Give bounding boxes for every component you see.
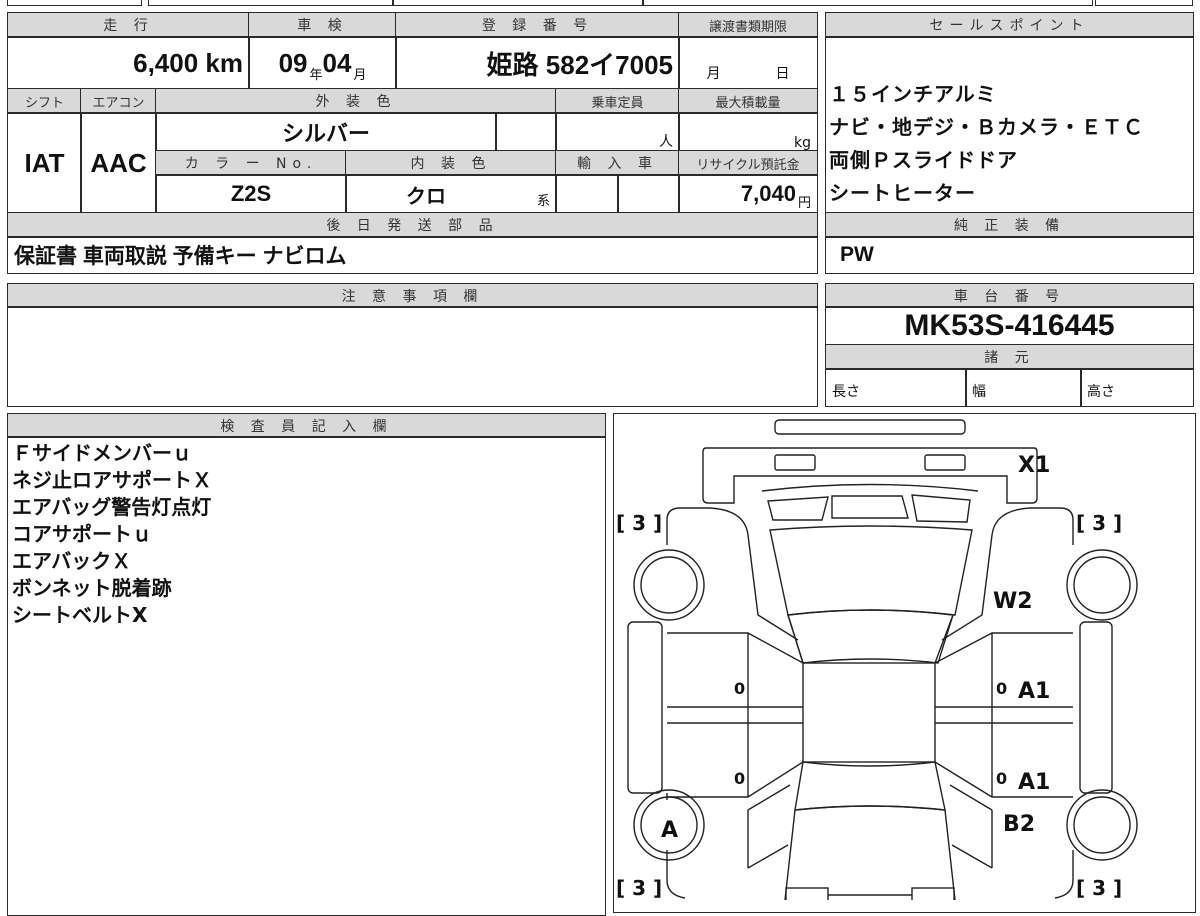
recycle-label: リサイクル預託金 — [678, 150, 818, 176]
registration-label: 登 録 番 号 — [395, 12, 680, 38]
spec-label: 諸 元 — [825, 344, 1194, 370]
mark-fender-rr: B2 — [1003, 812, 1035, 837]
mark-door-rr: A1 — [1018, 770, 1050, 795]
zero-mark: 0 — [996, 679, 1007, 698]
inspector-note: ネジ止ロアサポートＸ — [12, 468, 212, 492]
fender-lf — [666, 507, 804, 664]
inspector-label: 検 査 員 記 入 欄 — [7, 413, 606, 438]
top-strip-cell — [643, 0, 1093, 6]
mark-front: X1 — [1018, 453, 1050, 478]
side-sill-left — [627, 621, 663, 794]
shift-value: IAT — [7, 112, 82, 214]
headlights — [767, 494, 971, 523]
tail-right — [911, 887, 955, 900]
rear-glass — [794, 761, 946, 811]
wheel-lf — [633, 549, 705, 621]
top-strip-cell — [393, 0, 643, 6]
inspector-note: コアサポートｕ — [12, 522, 152, 546]
interior-label: 内 装 色 — [345, 150, 557, 176]
front-light-left — [774, 454, 816, 471]
sales-point-item: 両側Ｐスライドドア — [829, 148, 1018, 172]
height-cell: 高さ — [1080, 368, 1194, 407]
top-strip-cell — [148, 0, 393, 6]
inspector-note: ボンネット脱着跡 — [12, 576, 172, 600]
chassis-value: MK53S-416445 — [825, 306, 1194, 346]
inspector-note: エアバックＸ — [12, 549, 132, 573]
sales-point-item: ナビ・地デジ・Ｂカメラ・ＥＴＣ — [829, 115, 1144, 139]
inspection-label: 車 検 — [248, 12, 397, 38]
genuine-equipment-label: 純 正 装 備 — [825, 212, 1194, 238]
zero-mark: 0 — [734, 679, 745, 698]
fender-rf — [934, 507, 1074, 664]
later-parts-label: 後 日 発 送 部 品 — [7, 212, 818, 238]
rear-hatch — [784, 805, 956, 900]
front-panel — [702, 447, 1038, 504]
wheel-rf — [1066, 549, 1138, 621]
sales-point-item: シートヒーター — [829, 181, 976, 205]
later-parts-value: 保証書 車両取説 予備キー ナビロム — [7, 236, 818, 274]
exterior-extra — [495, 112, 557, 152]
top-strip-cell — [1095, 0, 1193, 6]
inspector-note: Ｆサイドメンバーｕ — [12, 441, 192, 465]
import-value-2 — [617, 174, 680, 214]
front-light-right — [924, 454, 966, 471]
inspection-value: 09 年 04 月 — [248, 36, 397, 90]
import-label: 輸 入 車 — [555, 150, 680, 176]
inspector-note: シートベルトX — [12, 603, 148, 627]
capacity-value: 人 — [555, 112, 680, 152]
transfer-value: 月日 — [678, 36, 818, 90]
length-cell: 長さ — [825, 368, 967, 407]
interior-value: クロ系 — [345, 174, 557, 214]
inspector-notes: Ｆサイドメンバーｕ ネジ止ロアサポートＸ エアバッグ警告灯点灯 コアサポートｕ … — [12, 440, 212, 629]
mark-windshield: W2 — [993, 589, 1033, 614]
tire-tread-rr: [ 3 ] — [1076, 876, 1122, 900]
tire-tread-rf: [ 3 ] — [1076, 511, 1122, 535]
tire-tread-lf: [ 3 ] — [616, 511, 662, 535]
car-diagram: X1 W2 A1 A1 B2 A 0 0 0 0 [ 3 ] [ 3 ] [ 3… — [613, 413, 1196, 913]
top-strip-cell — [7, 0, 142, 6]
roof — [802, 662, 936, 763]
mark-wheel-lr: A — [661, 818, 678, 843]
notes-label: 注 意 事 項 欄 — [7, 283, 818, 308]
wheel-rr — [1066, 789, 1138, 861]
notes-box — [7, 306, 818, 407]
zero-mark: 0 — [734, 769, 745, 788]
aircon-value: AAC — [80, 112, 157, 214]
sales-point-item: １５インチアルミ — [829, 82, 997, 106]
hood — [769, 525, 973, 616]
maxload-value: kg — [678, 112, 818, 152]
tail-left — [785, 887, 829, 900]
chassis-label: 車 台 番 号 — [825, 283, 1194, 308]
shift-label: シフト — [7, 88, 82, 114]
genuine-equipment-value: PW — [825, 236, 1194, 274]
colorno-label: カ ラ ー No. — [155, 150, 347, 176]
transfer-label: 譲渡書類期限 — [678, 12, 818, 38]
side-sill-right — [1079, 621, 1113, 794]
capacity-label: 乗車定員 — [555, 88, 680, 114]
tire-tread-lr: [ 3 ] — [616, 876, 662, 900]
registration-value: 姫路 582イ7005 — [395, 36, 680, 90]
import-value-1 — [555, 174, 619, 214]
zero-mark: 0 — [996, 769, 1007, 788]
sales-point-label: セールスポイント — [825, 12, 1194, 38]
width-cell: 幅 — [965, 368, 1082, 407]
mileage-label: 走 行 — [7, 12, 250, 38]
colorno-value: Z2S — [155, 174, 347, 214]
maxload-label: 最大積載量 — [678, 88, 818, 114]
sales-point-list: １５インチアルミ ナビ・地デジ・Ｂカメラ・ＥＴＣ 両側Ｐスライドドア シートヒー… — [829, 78, 1144, 210]
aircon-label: エアコン — [80, 88, 157, 114]
rear-fender-right — [949, 784, 1074, 899]
inspector-note: エアバッグ警告灯点灯 — [12, 495, 212, 519]
front-bumper — [774, 419, 966, 435]
mileage-value: 6,400 km — [7, 36, 250, 90]
mark-door-rf: A1 — [1018, 679, 1050, 704]
windshield — [787, 609, 954, 664]
exterior-label: 外 装 色 — [155, 88, 557, 114]
exterior-value: シルバー — [155, 112, 497, 152]
recycle-value: 7,040 円 — [678, 174, 818, 214]
